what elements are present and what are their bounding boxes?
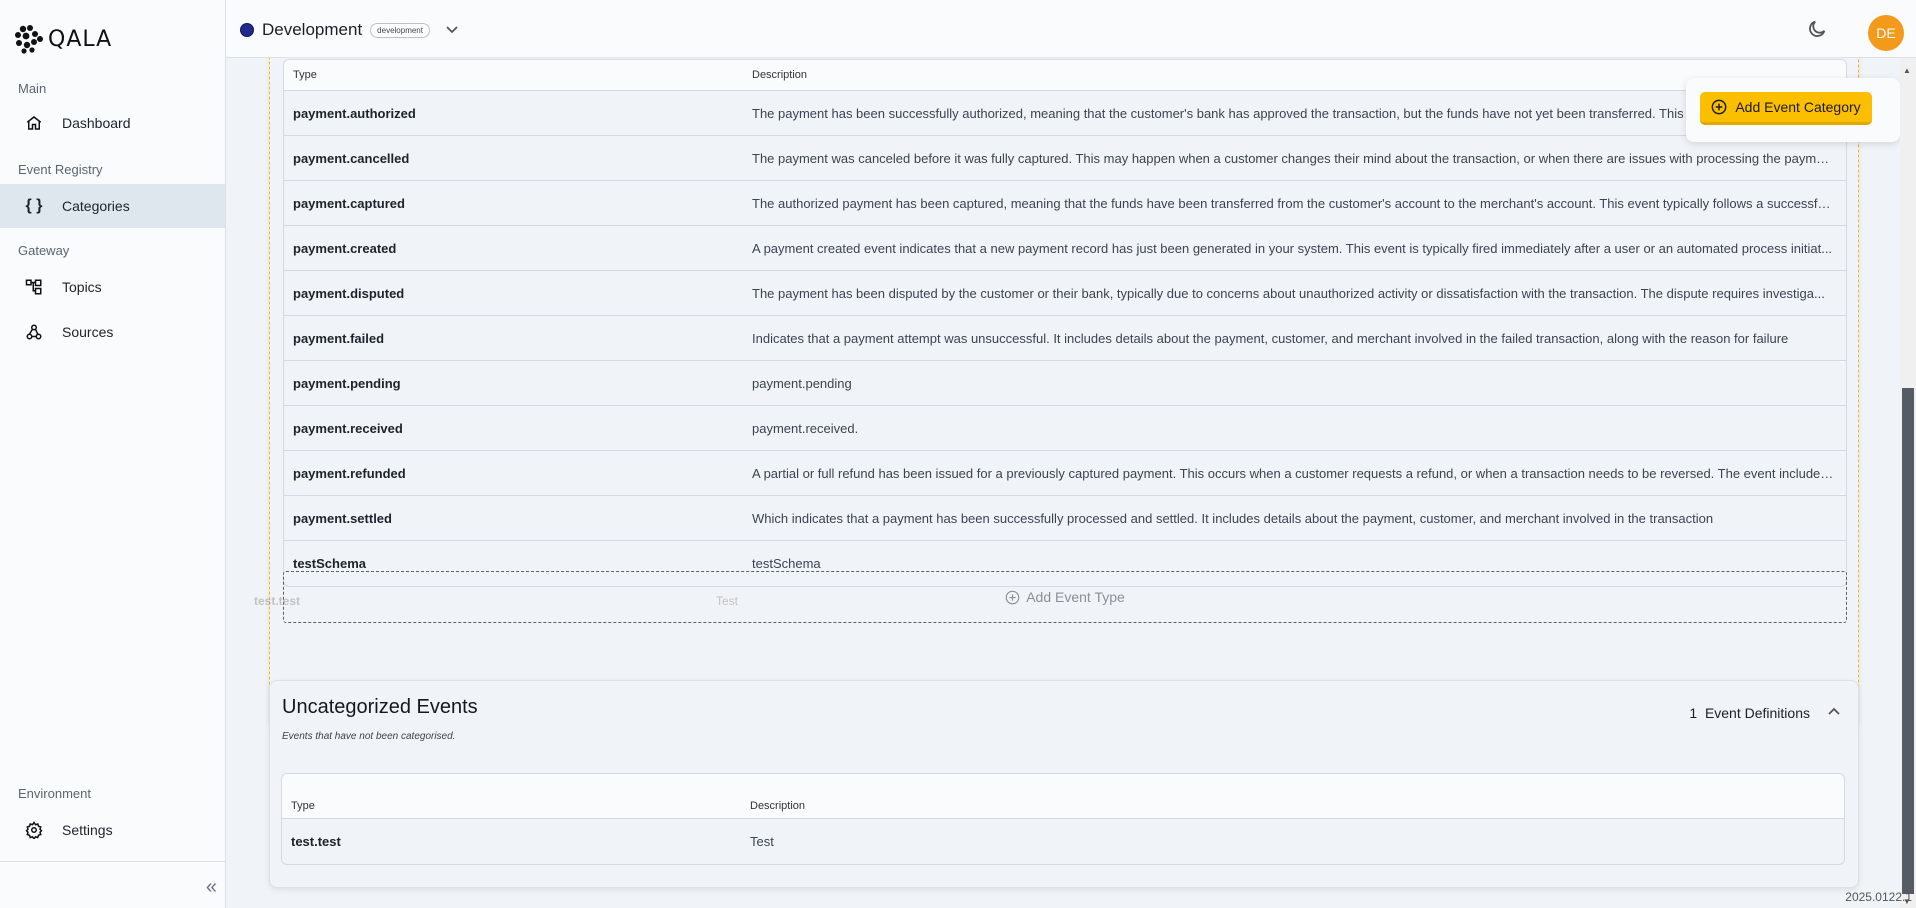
section-label-gateway: Gateway: [18, 243, 70, 258]
topics-icon: [24, 277, 44, 297]
qala-logo[interactable]: QALA: [14, 24, 112, 54]
section-label-main: Main: [18, 81, 47, 96]
sidebar-item-dashboard[interactable]: Dashboard: [0, 101, 225, 145]
event-type-description: The payment has been successfully author…: [752, 105, 1723, 121]
event-type-description: The authorized payment has been captured…: [752, 195, 1836, 211]
scroll-up-arrow-icon[interactable]: ▲: [1903, 66, 1911, 75]
sidebar-item-categories[interactable]: { } Categories: [0, 184, 225, 228]
event-type-description: payment.pending: [752, 375, 852, 391]
section-label-environment: Environment: [18, 786, 91, 801]
user-avatar[interactable]: DE: [1868, 15, 1904, 51]
chevron-down-icon[interactable]: [446, 23, 458, 37]
column-header-description: Description: [752, 69, 808, 81]
table-row[interactable]: payment.settled Which indicates that a pa…: [284, 496, 1846, 541]
home-icon: [24, 113, 44, 133]
theme-toggle-button[interactable]: [1806, 18, 1830, 42]
event-type-name: payment.created: [293, 240, 397, 256]
table-row[interactable]: payment.pending payment.pending: [284, 361, 1846, 406]
event-type-name: testSchema: [293, 556, 366, 571]
sidebar-item-sources[interactable]: Sources: [0, 310, 225, 354]
top-header: Development development DE: [226, 0, 1916, 58]
count-label: Event Definitions: [1704, 705, 1810, 721]
table-row[interactable]: payment.captured The authorized payment h…: [284, 181, 1846, 226]
table-row[interactable]: payment.disputed The payment has been dis…: [284, 271, 1846, 316]
add-event-type-button[interactable]: Add Event Type: [283, 571, 1847, 623]
uncategorized-table: Type Description test.test Test: [281, 773, 1845, 865]
moon-icon: [1809, 20, 1826, 37]
event-type-name: payment.refunded: [293, 465, 406, 481]
environment-flag-icon: [240, 23, 254, 37]
event-type-description: A partial or full refund has been issued…: [752, 465, 1842, 481]
uncategorized-subtitle: Events that have not been categorised.: [282, 731, 456, 742]
event-type-name: payment.settled: [293, 510, 392, 526]
table-row[interactable]: payment.received payment.received.: [284, 406, 1846, 451]
event-type-description: Which indicates that a payment has been …: [752, 510, 1714, 526]
add-category-popover: Add Event Category: [1686, 78, 1900, 142]
event-definitions-count: 1 Event Definitions: [1689, 705, 1810, 721]
count-value: 1: [1689, 705, 1698, 721]
webhook-icon: [24, 322, 44, 342]
event-type-description: The payment has been disputed by the cus…: [752, 285, 1825, 301]
column-header-type: Type: [291, 800, 315, 812]
event-type-name: payment.authorized: [293, 105, 416, 121]
event-category-card: Type Description payment.authorized The p…: [254, 58, 1859, 728]
double-chevron-left-icon[interactable]: «: [206, 876, 217, 899]
plus-circle-icon: [1711, 99, 1727, 115]
event-type-description: testSchema: [752, 556, 821, 571]
add-event-category-button[interactable]: Add Event Category: [1700, 92, 1872, 125]
page-scrollbar[interactable]: ▲ ▼: [1900, 58, 1916, 908]
environment-name: Development: [262, 20, 363, 39]
sidebar-item-label: Topics: [62, 279, 102, 295]
plus-circle-icon: [1005, 590, 1020, 604]
sidebar-item-settings[interactable]: Settings: [0, 808, 225, 852]
uncategorized-events-card: Uncategorized Events Events that have no…: [269, 680, 1859, 888]
sidebar-footer: «: [0, 861, 225, 908]
sidebar-item-label: Categories: [62, 198, 130, 214]
table-row[interactable]: payment.refunded A partial or full refund…: [284, 451, 1846, 496]
environment-selector[interactable]: Development development: [240, 20, 458, 40]
event-type-name: payment.disputed: [293, 285, 405, 301]
event-type-name: payment.received: [293, 420, 403, 436]
chevron-up-icon[interactable]: [1828, 703, 1840, 718]
braces-icon: { }: [25, 197, 43, 214]
table-row[interactable]: payment.created A payment created event i…: [284, 226, 1846, 271]
table-row[interactable]: payment.cancelled The payment was cancele…: [284, 136, 1846, 181]
qala-logo-icon: [15, 25, 43, 54]
environment-badge: development: [370, 22, 430, 38]
event-type-name: payment.pending: [293, 375, 401, 391]
event-type-description: The payment was canceled before it was f…: [752, 150, 1835, 166]
add-event-category-label: Add Event Category: [1735, 99, 1861, 115]
scrollbar-thumb[interactable]: [1902, 388, 1914, 894]
column-header-type: Type: [293, 69, 317, 81]
table-header: Type Description: [282, 774, 1844, 819]
event-type-name: test.test: [291, 834, 341, 849]
column-header-description: Description: [750, 800, 806, 812]
main-content: Type Description payment.authorized The p…: [226, 58, 1900, 908]
table-header: Type Description: [284, 60, 1846, 91]
event-type-description: payment.received.: [752, 420, 859, 436]
sidebar-item-label: Dashboard: [62, 115, 131, 131]
section-label-event-registry: Event Registry: [18, 162, 103, 177]
sidebar-item-topics[interactable]: Topics: [0, 265, 225, 309]
app-version: 2025.0122.1: [1845, 890, 1912, 904]
event-type-description: Test: [750, 834, 774, 849]
logo-text: QALA: [48, 26, 113, 52]
event-type-description: Indicates that a payment attempt was uns…: [752, 330, 1789, 346]
table-row[interactable]: test.test Test: [282, 819, 1844, 864]
uncategorized-title: Uncategorized Events: [282, 696, 478, 718]
sidebar-item-label: Sources: [62, 324, 114, 340]
sidebar-item-label: Settings: [62, 822, 113, 838]
table-row[interactable]: payment.failed Indicates that a payment a…: [284, 316, 1846, 361]
event-types-table: Type Description payment.authorized The p…: [283, 59, 1847, 587]
add-event-type-label: Add Event Type: [1026, 589, 1125, 605]
sidebar: QALA Main Dashboard Event Registry { } C…: [0, 0, 226, 908]
table-row[interactable]: payment.authorized The payment has been s…: [284, 91, 1846, 136]
event-type-description: A payment created event indicates that a…: [752, 240, 1833, 256]
event-type-name: payment.cancelled: [293, 150, 410, 166]
gear-icon: [24, 820, 44, 840]
event-type-name: payment.captured: [293, 195, 405, 211]
event-type-name: payment.failed: [293, 330, 385, 346]
